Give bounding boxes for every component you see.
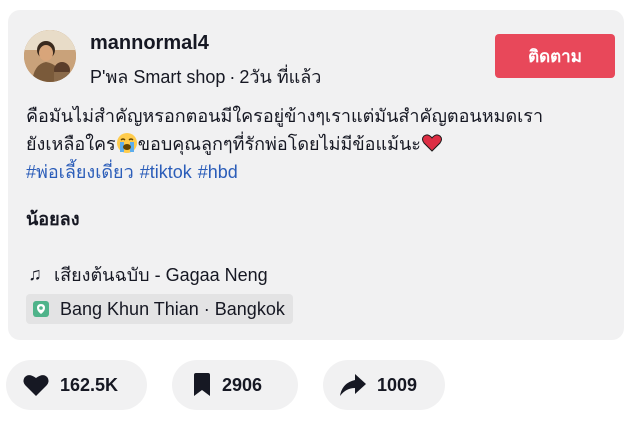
red-heart-icon (421, 134, 442, 152)
share-button[interactable]: 1009 (323, 360, 445, 410)
caption: คือมันไม่สำคัญหรอกตอนมีใครอยู่ข้างๆเราแต… (26, 102, 616, 186)
separator: · (229, 67, 236, 87)
hashtag-list: #พ่อเลี้ยงเดี่ยว #tiktok #hbd (26, 158, 616, 186)
like-button[interactable]: 162.5K (6, 360, 147, 410)
share-arrow-icon (340, 374, 366, 396)
location-pin-icon (33, 301, 49, 317)
posted-time: 2วัน ที่แล้ว (239, 67, 322, 87)
display-name[interactable]: P'พล Smart shop (90, 67, 225, 87)
location-label: Bang Khun Thian · Bangkok (60, 298, 285, 319)
music-link[interactable]: ♫ เสียงต้นฉบับ - Gagaa Neng (26, 260, 268, 289)
caption-line-1: คือมันไม่สำคัญหรอกตอนมีใครอยู่ข้างๆเราแต… (26, 106, 544, 126)
like-count: 162.5K (60, 374, 119, 395)
caption-text-before-emoji: ยังเหลือใคร (26, 134, 116, 154)
hashtag-link[interactable]: #hbd (198, 162, 238, 182)
music-note-icon: ♫ (28, 264, 42, 284)
bookmark-icon (194, 373, 210, 396)
action-bar: 162.5K 2906 1009 (6, 360, 445, 410)
follow-button[interactable]: ติดตาม (495, 34, 615, 78)
post-card: mannormal4 P'พล Smart shop · 2วัน ที่แล้ว … (8, 10, 624, 340)
heart-icon (23, 375, 49, 396)
loudly-crying-face-icon (116, 133, 137, 153)
hashtag-link[interactable]: #พ่อเลี้ยงเดี่ยว (26, 162, 134, 182)
avatar-image (24, 30, 76, 82)
caption-line-2: ยังเหลือใคร ขอบคุณลูกๆที่รักพ่อโดยไม่มีข… (26, 130, 616, 158)
hashtag-link[interactable]: #tiktok (140, 162, 192, 182)
avatar[interactable] (24, 30, 76, 82)
save-button[interactable]: 2906 (172, 360, 298, 410)
caption-text-after-emoji: ขอบคุณลูกๆที่รักพ่อโดยไม่มีข้อแม้นะ (137, 134, 421, 154)
author-subline: P'พล Smart shop · 2วัน ที่แล้ว (90, 62, 321, 91)
username[interactable]: mannormal4 (90, 32, 209, 55)
location-tag[interactable]: Bang Khun Thian · Bangkok (26, 294, 293, 324)
save-count: 2906 (222, 374, 263, 395)
share-count: 1009 (377, 374, 418, 395)
show-less-toggle[interactable]: น้อยลง (26, 204, 79, 233)
music-title: เสียงต้นฉบับ - Gagaa Neng (54, 265, 268, 285)
